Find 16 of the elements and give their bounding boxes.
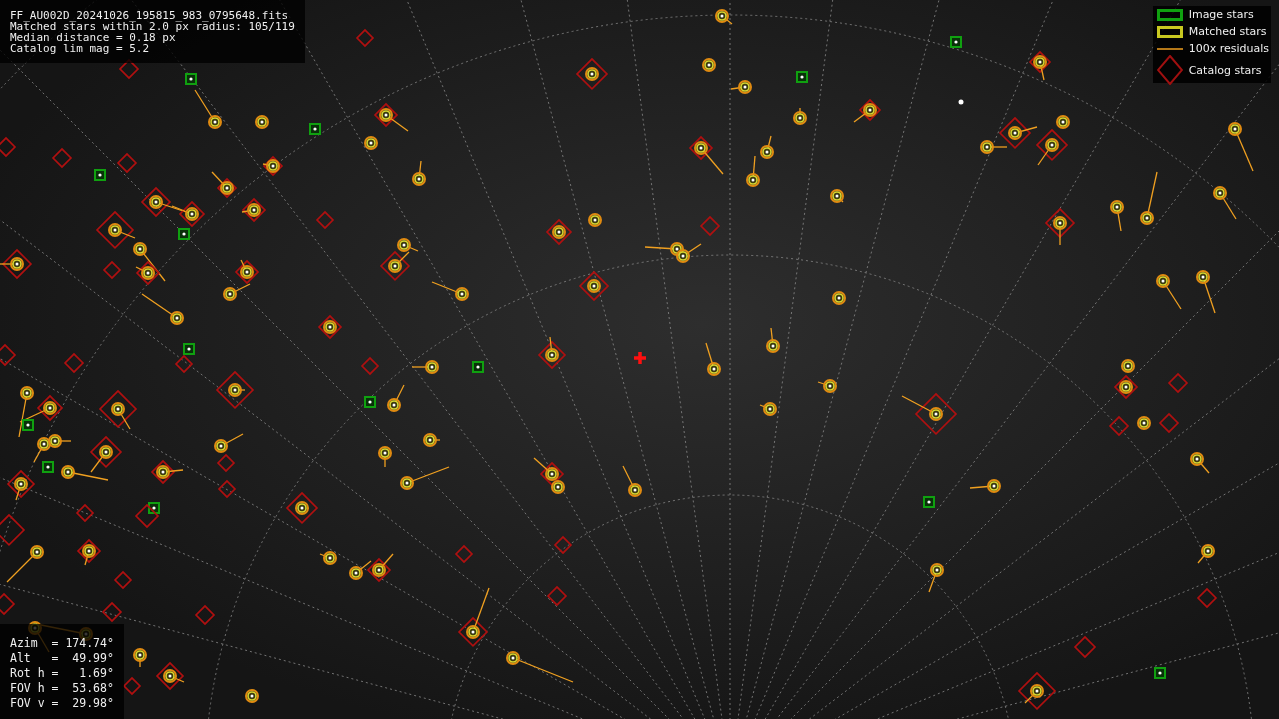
matched-star-swatch-icon [1156,25,1183,38]
pointing-text: FOV v = 29.98° [10,696,114,711]
legend-label: Catalog stars [1188,63,1262,77]
pointing-text: FOV h = 53.68° [10,681,114,696]
info-text: Catalog lim mag = 5.2 [10,43,151,54]
image-star-swatch-icon [1156,8,1183,21]
pointing-text: Azim = 174.74° [10,636,114,651]
info-text: FF_AU002D_20241026_195815_983_0795648.fits [10,10,290,21]
legend-label: 100x residuals [1188,42,1269,55]
pointing-text: Alt = 49.99° [10,651,114,666]
pointing-text: Rot h = 1.69° [10,666,114,681]
info-text: Median distance = 0.18 px [10,32,176,43]
legend-label: Matched stars [1188,25,1267,38]
info-text: Matched stars within 2.0 px radius: 105/119 [10,21,295,32]
catalog-diamond-icon [1156,55,1183,85]
legend-label: Image stars [1188,8,1254,21]
